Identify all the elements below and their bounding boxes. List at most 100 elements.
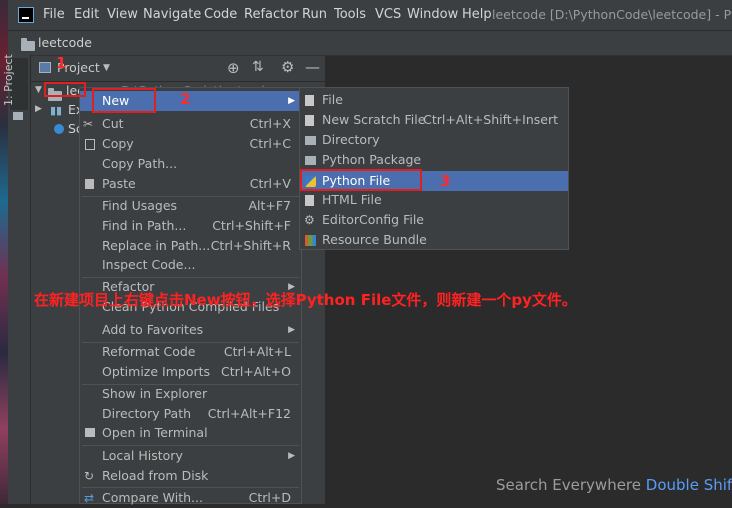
locate-icon[interactable]: ⊕ xyxy=(227,59,240,77)
submenu-item-directory[interactable]: Directory xyxy=(300,130,568,150)
expand-arrow-icon[interactable]: ▼ xyxy=(35,85,42,95)
menu-item-copy-path[interactable]: Copy Path... xyxy=(80,154,301,174)
menu-window[interactable]: Window xyxy=(407,7,458,22)
menu-item-label: Cut xyxy=(102,116,124,131)
menu-refactor[interactable]: Refactor xyxy=(244,7,299,22)
menu-item-local-history[interactable]: Local History ▶ xyxy=(80,446,301,466)
menu-item-shortcut: Ctrl+Alt+O xyxy=(221,364,291,379)
menu-item-label: Reload from Disk xyxy=(102,468,209,483)
menu-item-copy[interactable]: Copy Ctrl+C xyxy=(80,134,301,154)
menu-file[interactable]: File xyxy=(43,7,65,22)
menu-item-shortcut: Ctrl+Shift+R xyxy=(210,238,291,253)
search-hint-text: Search Everywhere xyxy=(496,476,641,494)
annotation-box-2 xyxy=(92,88,156,113)
compare-icon: ⇄ xyxy=(84,491,95,505)
expand-arrow-icon[interactable]: ▶ xyxy=(35,104,42,114)
tool-window-stripe xyxy=(8,55,31,504)
menu-vcs[interactable]: VCS xyxy=(375,7,401,22)
hide-panel-icon[interactable]: — xyxy=(305,58,320,76)
menu-item-shortcut: Ctrl+Shift+F xyxy=(212,218,291,233)
menu-item-shortcut: Ctrl+X xyxy=(249,116,291,131)
menu-item-label: Optimize Imports xyxy=(102,364,211,379)
menu-item-label: New Scratch File xyxy=(322,112,426,127)
html-icon xyxy=(305,195,314,206)
menu-item-label: Add to Favorites xyxy=(102,322,204,337)
menu-help[interactable]: Help xyxy=(462,7,492,22)
menu-item-directory-path[interactable]: Directory Path Ctrl+Alt+F12 xyxy=(80,404,301,424)
menu-item-label: Directory Path xyxy=(102,406,192,421)
pycharm-logo-icon xyxy=(18,7,34,23)
menu-item-show-in-explorer[interactable]: Show in Explorer xyxy=(80,384,301,404)
menu-item-find-in-path[interactable]: Find in Path... Ctrl+Shift+F xyxy=(80,216,301,236)
menu-item-label: Copy xyxy=(102,136,134,151)
search-hint-shortcut: Double Shift xyxy=(645,476,732,494)
menu-navigate[interactable]: Navigate xyxy=(143,7,201,22)
submenu-item-python-package[interactable]: Python Package xyxy=(300,150,568,170)
menu-view[interactable]: View xyxy=(107,7,138,22)
menu-item-shortcut: Alt+F7 xyxy=(248,198,291,213)
terminal-icon xyxy=(85,428,95,437)
submenu-item-editorconfig-file[interactable]: ⚙ EditorConfig File xyxy=(300,210,568,230)
search-everywhere-hint: Search Everywhere Double Shift xyxy=(496,476,732,494)
navigation-bar: leetcode xyxy=(8,31,732,56)
reload-icon: ↻ xyxy=(84,469,95,483)
menu-item-reload-from-disk[interactable]: ↻ Reload from Disk xyxy=(80,466,301,486)
menu-item-label: Copy Path... xyxy=(102,156,178,171)
submenu-arrow-icon: ▶ xyxy=(288,451,295,461)
menu-item-label: EditorConfig File xyxy=(322,212,424,227)
submenu-item-html-file[interactable]: HTML File xyxy=(300,190,568,210)
dropdown-arrow-icon[interactable]: ▼ xyxy=(103,63,110,73)
folder-icon xyxy=(305,136,316,145)
menu-item-replace-in-path[interactable]: Replace in Path... Ctrl+Shift+R xyxy=(80,236,301,256)
menu-item-cut[interactable]: ✂ Cut Ctrl+X xyxy=(80,114,301,134)
folder-icon xyxy=(21,38,35,54)
scratch-file-icon xyxy=(305,115,314,126)
package-icon xyxy=(305,156,316,165)
file-icon xyxy=(305,95,314,106)
menu-item-compare-with[interactable]: ⇄ Compare With... Ctrl+D xyxy=(80,488,301,508)
menu-code[interactable]: Code xyxy=(204,7,237,22)
menu-item-label: Show in Explorer xyxy=(102,386,208,401)
annotation-box-1 xyxy=(44,82,86,97)
submenu-arrow-icon: ▶ xyxy=(288,325,295,335)
menu-item-label: Replace in Path... xyxy=(102,238,211,253)
submenu-arrow-icon: ▶ xyxy=(288,96,295,106)
annotation-box-3 xyxy=(300,169,422,191)
menu-item-shortcut: Ctrl+D xyxy=(248,490,291,505)
menu-edit[interactable]: Edit xyxy=(74,7,99,22)
gear-icon: ⚙ xyxy=(304,213,315,227)
submenu-item-resource-bundle[interactable]: Resource Bundle xyxy=(300,230,568,250)
submenu-item-new-scratch-file[interactable]: New Scratch File Ctrl+Alt+Shift+Insert xyxy=(300,110,568,130)
structure-icon[interactable] xyxy=(13,112,23,120)
menu-item-reformat-code[interactable]: Reformat Code Ctrl+Alt+L xyxy=(80,342,301,362)
annotation-number-2: 2 xyxy=(180,90,191,108)
menu-item-label: Open in Terminal xyxy=(102,425,208,440)
paste-icon xyxy=(85,179,94,189)
menu-item-shortcut: Ctrl+C xyxy=(249,136,291,151)
menu-run[interactable]: Run xyxy=(302,7,327,22)
cut-icon: ✂ xyxy=(83,117,94,131)
menu-item-label: Resource Bundle xyxy=(322,232,427,247)
breadcrumb[interactable]: leetcode xyxy=(38,35,92,50)
menu-item-shortcut: Ctrl+Alt+F12 xyxy=(207,406,291,421)
menu-item-optimize-imports[interactable]: Optimize Imports Ctrl+Alt+O xyxy=(80,362,301,382)
menu-item-open-in-terminal[interactable]: Open in Terminal xyxy=(80,423,301,443)
menu-item-shortcut: Ctrl+Alt+L xyxy=(223,344,291,359)
window-title: leetcode [D:\PythonCode\leetcode] - PyCh… xyxy=(492,7,732,22)
settings-gear-icon[interactable]: ⚙ xyxy=(281,58,294,76)
menu-item-find-usages[interactable]: Find Usages Alt+F7 xyxy=(80,196,301,216)
menu-item-paste[interactable]: Paste Ctrl+V xyxy=(80,174,301,194)
menu-item-label: Python Package xyxy=(322,152,422,167)
menu-item-label: Reformat Code xyxy=(102,344,196,359)
menu-item-shortcut: Ctrl+V xyxy=(249,176,291,191)
submenu-item-file[interactable]: File xyxy=(300,90,568,110)
menu-tools[interactable]: Tools xyxy=(334,7,366,22)
menu-item-label: Local History xyxy=(102,448,183,463)
copy-icon xyxy=(85,139,95,150)
collapse-icon[interactable]: ⇅ xyxy=(252,59,264,75)
menu-item-label: HTML File xyxy=(322,192,382,207)
menu-item-inspect-code[interactable]: Inspect Code... xyxy=(80,255,301,275)
menu-item-add-to-favorites[interactable]: Add to Favorites ▶ xyxy=(80,320,301,340)
project-view-icon xyxy=(39,62,51,73)
bundle-icon xyxy=(305,235,316,246)
